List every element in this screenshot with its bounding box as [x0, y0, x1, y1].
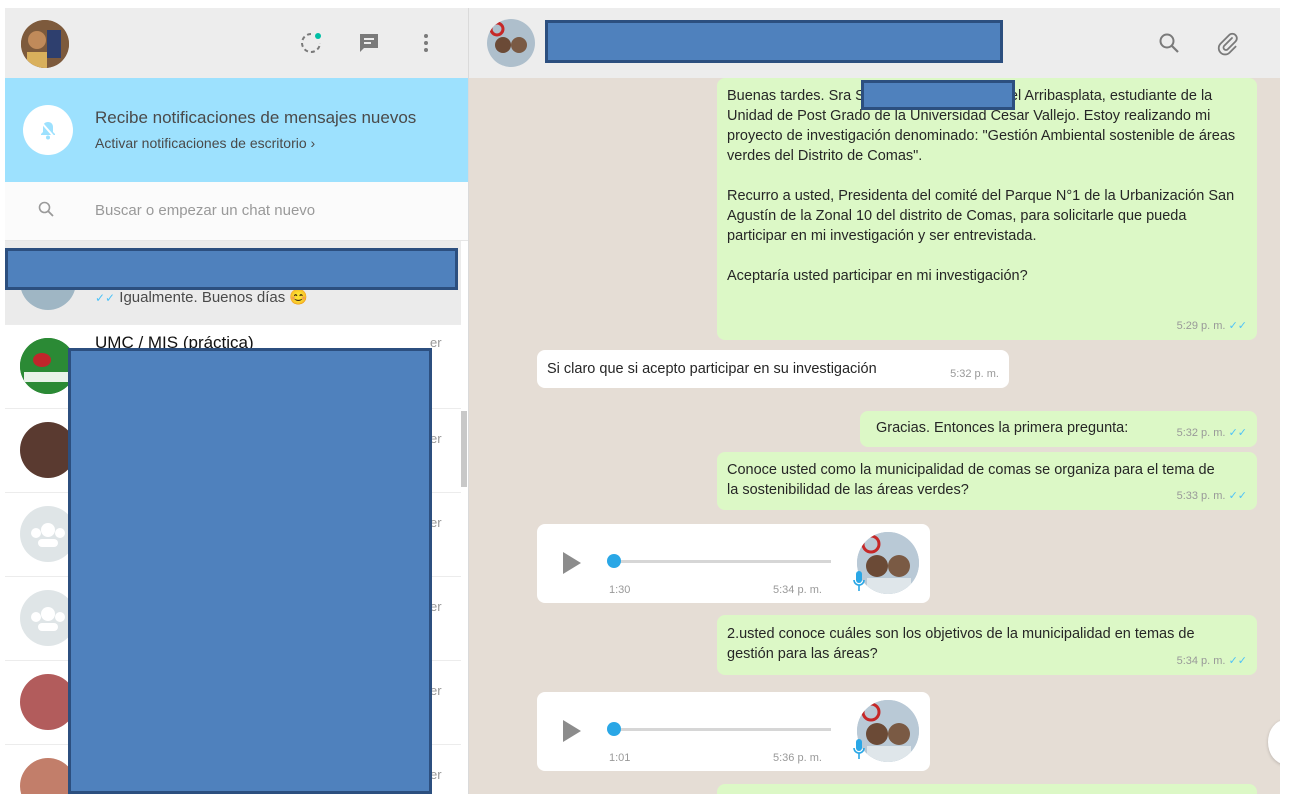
search-bar: Buscar o empezar un chat nuevo [5, 182, 468, 241]
read-ticks-icon: ✓✓ [95, 291, 116, 305]
message-timestamp: 5:32 p. m. [950, 368, 999, 380]
audio-progress-track[interactable] [611, 728, 831, 731]
sidebar-header [5, 8, 468, 78]
incoming-message[interactable]: Si claro que si acepto participar en su … [537, 350, 1009, 388]
audio-duration: 1:01 [609, 752, 631, 764]
redaction-box [68, 348, 432, 794]
my-profile-avatar[interactable] [21, 20, 69, 68]
chat-preview-text: Igualmente. Buenos días 😊 [119, 289, 309, 306]
search-icon[interactable] [1158, 32, 1180, 59]
message-timestamp: 5:36 p. m. [773, 752, 822, 764]
audio-duration: 1:30 [609, 584, 631, 596]
microphone-icon [853, 738, 865, 765]
search-input[interactable]: Buscar o empezar un chat nuevo [95, 202, 315, 219]
audio-scrubber[interactable] [607, 722, 621, 736]
outgoing-message-partial[interactable] [717, 784, 1257, 794]
sender-avatar [857, 532, 919, 594]
read-ticks-icon: ✓✓ [1228, 320, 1247, 332]
message-timestamp: 5:34 p. m. [773, 584, 822, 596]
sender-avatar [857, 700, 919, 762]
message-text: Recurro a usted, Presidenta del comité d… [727, 188, 1235, 244]
redaction-box [5, 248, 458, 290]
read-ticks-icon: ✓✓ [1228, 427, 1247, 439]
message-timestamp: 5:32 p. m. ✓✓ [1176, 427, 1247, 439]
microphone-icon [853, 570, 865, 597]
outgoing-message[interactable]: Gracias. Entonces la primera pregunta: 5… [860, 411, 1257, 447]
conversation-header [469, 8, 1280, 78]
audio-scrubber[interactable] [607, 554, 621, 568]
conversation-panel: Buenas tardes. Sra Soy el Mg. José Carbo… [469, 8, 1280, 794]
attach-icon[interactable] [1216, 32, 1240, 61]
search-icon [38, 201, 54, 222]
read-ticks-icon: ✓✓ [1228, 490, 1247, 502]
message-list: Buenas tardes. Sra Soy el Mg. José Carbo… [469, 78, 1280, 794]
menu-icon[interactable] [413, 30, 439, 56]
redaction-box [545, 20, 1003, 63]
outgoing-message[interactable]: 2.usted conoce cuáles son los objetivos … [717, 615, 1257, 675]
message-text: 2.usted conoce cuáles son los objetivos … [727, 626, 1195, 662]
status-icon[interactable] [298, 30, 324, 56]
message-text: Aceptaría usted participar en mi investi… [727, 268, 1028, 284]
read-ticks-icon: ✓✓ [1228, 655, 1247, 667]
message-timestamp: 5:34 p. m. ✓✓ [1176, 655, 1247, 667]
play-icon[interactable] [563, 720, 581, 742]
notification-banner[interactable]: Recibe notificaciones de mensajes nuevos… [5, 78, 468, 182]
notification-title: Recibe notificaciones de mensajes nuevos [95, 108, 417, 127]
new-chat-icon[interactable] [356, 30, 382, 56]
message-timestamp: 5:33 p. m. ✓✓ [1176, 490, 1247, 502]
message-text: Si claro que si acepto participar en su … [547, 361, 877, 377]
sidebar: Recibe notificaciones de mensajes nuevos… [5, 8, 469, 794]
outgoing-message[interactable]: Conoce usted como la municipalidad de co… [717, 452, 1257, 510]
chat-preview: ✓✓ Igualmente. Buenos días 😊 [95, 288, 308, 306]
play-icon[interactable] [563, 552, 581, 574]
message-text: Conoce usted como la municipalidad de co… [727, 462, 1215, 498]
redaction-box [861, 80, 1015, 110]
audio-progress-track[interactable] [611, 560, 831, 563]
outgoing-message[interactable]: Buenas tardes. Sra Soy el Mg. José Carbo… [717, 78, 1257, 340]
incoming-voice-message[interactable]: 1:30 5:34 p. m. [537, 524, 930, 603]
incoming-voice-message[interactable]: 1:01 5:36 p. m. [537, 692, 930, 771]
contact-avatar[interactable] [487, 19, 535, 67]
whatsapp-web-app: Recibe notificaciones de mensajes nuevos… [5, 8, 1280, 794]
chat-list-scrollbar[interactable] [461, 411, 467, 487]
message-text: Gracias. Entonces la primera pregunta: [876, 420, 1129, 436]
bell-off-icon [23, 105, 73, 155]
enable-desktop-notifications-link[interactable]: Activar notificaciones de escritorio › [95, 135, 315, 151]
message-timestamp: 5:29 p. m. ✓✓ [1176, 320, 1247, 332]
